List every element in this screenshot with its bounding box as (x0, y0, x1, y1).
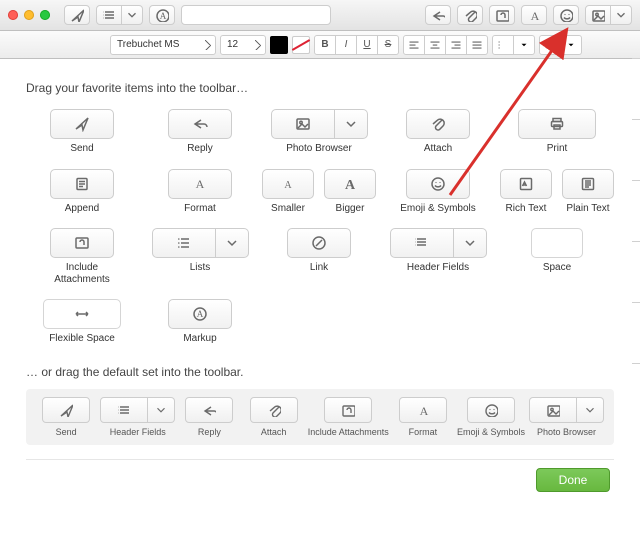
format-bar: Trebuchet MS 12 B I U S (0, 31, 640, 59)
palette-item-format[interactable]: Format (144, 169, 256, 215)
bold-button[interactable]: B (314, 35, 336, 55)
palette-label: Send (70, 143, 93, 155)
palette-item-emoji[interactable]: Emoji & Symbols (382, 169, 494, 215)
italic-button[interactable]: I (336, 35, 357, 55)
align-justify[interactable] (467, 35, 488, 55)
customize-panel: Drag your favorite items into the toolba… (0, 59, 640, 500)
align-center[interactable] (425, 35, 446, 55)
list-menu[interactable] (514, 35, 535, 55)
window-controls (8, 10, 50, 20)
palette-item-lists[interactable]: Lists (144, 228, 256, 285)
markup-button[interactable] (149, 5, 175, 25)
zoom-window[interactable] (40, 10, 50, 20)
attach-button[interactable] (457, 5, 483, 25)
bg-color-swatch[interactable] (292, 36, 310, 54)
palette-item-attach[interactable]: Attach (382, 109, 494, 155)
text-style-group: B I U S (314, 35, 399, 55)
text-color-swatch[interactable] (270, 36, 288, 54)
align-left[interactable] (403, 35, 425, 55)
palette-item-markup[interactable]: Markup (144, 299, 256, 345)
send-button[interactable] (64, 5, 90, 25)
header-fields-button[interactable] (96, 5, 122, 25)
strike-button[interactable]: S (378, 35, 399, 55)
default-set[interactable]: Send Header Fields Reply Attach Include … (26, 389, 614, 445)
list-group (492, 35, 535, 55)
subject-field[interactable] (181, 5, 331, 25)
palette-item-fontsize[interactable]: Smaller Bigger (262, 169, 376, 215)
indent-group (539, 35, 582, 55)
palette-item-reply[interactable]: Reply (144, 109, 256, 155)
underline-button[interactable]: U (357, 35, 378, 55)
palette-item-photo-browser[interactable]: Photo Browser (262, 109, 376, 155)
format-button[interactable] (521, 5, 547, 25)
header-fields-menu[interactable] (122, 5, 143, 25)
photo-browser-button[interactable] (585, 5, 611, 25)
font-size-select[interactable]: 12 (220, 35, 266, 55)
align-right[interactable] (446, 35, 467, 55)
palette-item-link[interactable]: Link (262, 228, 376, 285)
separator (26, 459, 614, 460)
palette-grid: Send Reply Photo Browser Attach Print Ap… (26, 109, 614, 345)
emoji-button[interactable] (553, 5, 579, 25)
indent-menu[interactable] (561, 35, 582, 55)
font-family-select[interactable]: Trebuchet MS (110, 35, 216, 55)
palette-item-textformat[interactable]: Rich Text Plain Text (500, 169, 614, 215)
palette-item-header-fields[interactable]: Header Fields (382, 228, 494, 285)
done-button[interactable]: Done (536, 468, 610, 492)
reply-button[interactable] (425, 5, 451, 25)
indent-button[interactable] (539, 35, 561, 55)
edge-ticks (632, 58, 640, 424)
close-window[interactable] (8, 10, 18, 20)
list-button[interactable] (492, 35, 514, 55)
include-attachments-button[interactable] (489, 5, 515, 25)
palette-item-send[interactable]: Send (26, 109, 138, 155)
palette-item-append[interactable]: Append (26, 169, 138, 215)
photo-browser-menu[interactable] (611, 5, 632, 25)
alignment-group (403, 35, 488, 55)
minimize-window[interactable] (24, 10, 34, 20)
window-toolbar (0, 0, 640, 31)
palette-instruction: Drag your favorite items into the toolba… (26, 81, 614, 95)
palette-item-include-attachments[interactable]: Include Attachments (26, 228, 138, 285)
default-set-instruction: … or drag the default set into the toolb… (26, 365, 614, 379)
palette-item-space[interactable]: Space (500, 228, 614, 285)
palette-item-flexible-space[interactable]: Flexible Space (26, 299, 138, 345)
palette-item-print[interactable]: Print (500, 109, 614, 155)
